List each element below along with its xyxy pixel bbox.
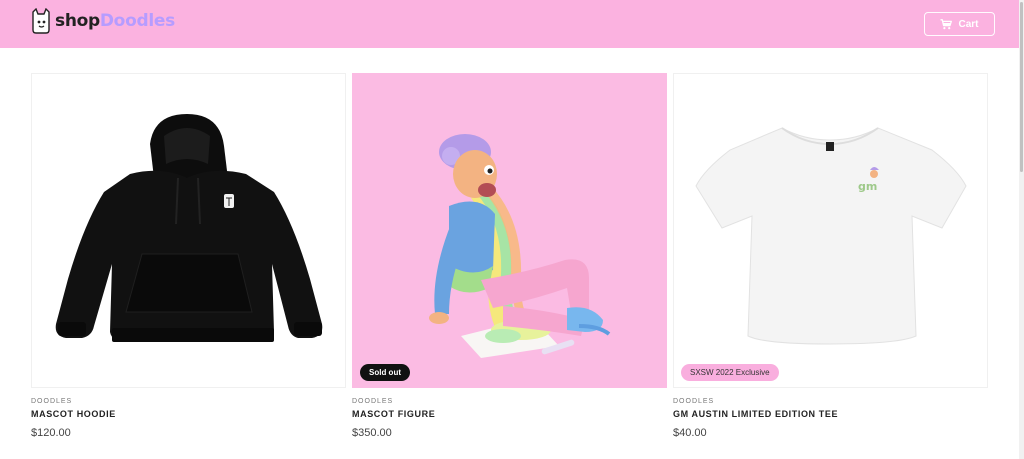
exclusive-badge: SXSW 2022 Exclusive xyxy=(681,364,779,381)
site-header: shopDoodles Cart xyxy=(0,0,1019,48)
logo-text-doodles: Doodles xyxy=(99,11,175,31)
scrollbar-thumb[interactable] xyxy=(1020,2,1023,172)
page-scrollbar[interactable] xyxy=(1019,0,1024,459)
cart-button[interactable]: Cart xyxy=(924,12,995,36)
product-image-mascot-hoodie[interactable] xyxy=(31,73,346,388)
product-price: $120.00 xyxy=(31,427,71,439)
product-vendor: DOODLES xyxy=(673,398,715,405)
product-price: $40.00 xyxy=(673,427,707,439)
logo-text-shop: shop xyxy=(55,11,100,31)
product-vendor: DOODLES xyxy=(31,398,73,405)
product-image-mascot-figure[interactable]: Sold out xyxy=(352,73,667,388)
product-card-mascot-figure[interactable]: Sold out DOODLES MASCOT FIGURE $350.00 xyxy=(352,73,667,439)
site-logo[interactable]: shopDoodles xyxy=(30,6,175,36)
product-card-gm-austin-tee[interactable]: gm SXSW 2022 Exclusive DOODLES GM AUSTIN… xyxy=(673,73,988,439)
logo-mascot-icon xyxy=(32,8,50,34)
sold-out-badge: Sold out xyxy=(360,364,410,381)
product-title[interactable]: GM AUSTIN LIMITED EDITION TEE xyxy=(673,409,988,419)
cart-label: Cart xyxy=(958,18,979,30)
svg-text:gm: gm xyxy=(858,180,877,193)
product-title[interactable]: MASCOT FIGURE xyxy=(352,409,667,419)
product-vendor: DOODLES xyxy=(352,398,394,405)
product-image-gm-austin-tee[interactable]: gm SXSW 2022 Exclusive xyxy=(673,73,988,388)
product-title[interactable]: MASCOT HOODIE xyxy=(31,409,346,419)
product-card-mascot-hoodie[interactable]: DOODLES MASCOT HOODIE $120.00 xyxy=(31,73,346,439)
tshirt-image: gm xyxy=(695,127,967,345)
product-price: $350.00 xyxy=(352,427,392,439)
shopping-cart-icon xyxy=(940,18,953,29)
figure-image xyxy=(353,74,666,387)
hoodie-image xyxy=(55,114,323,342)
